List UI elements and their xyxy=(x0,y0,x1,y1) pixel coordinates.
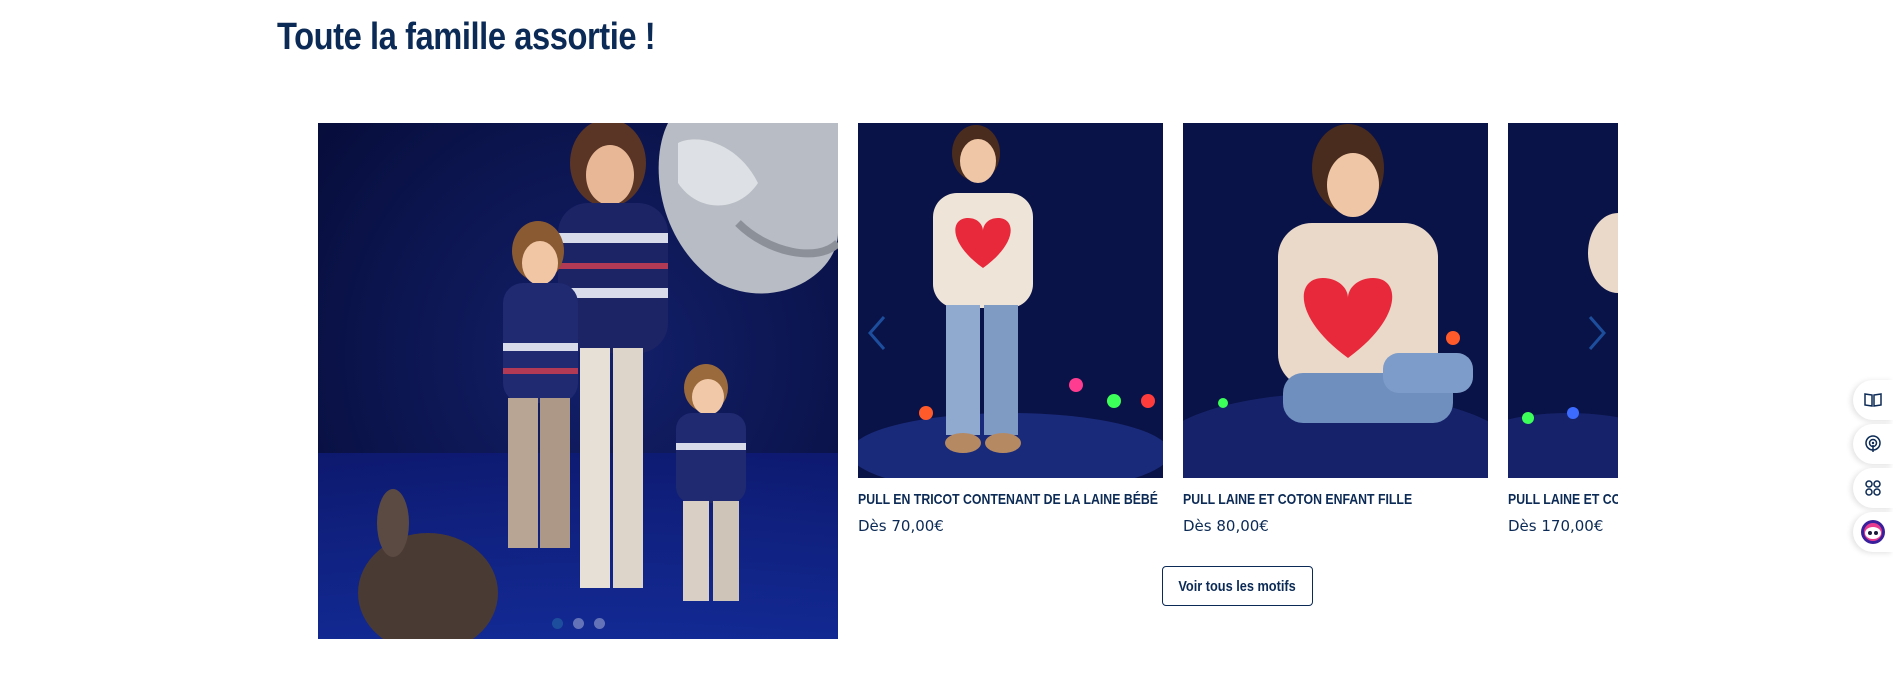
product-card[interactable]: PULL EN TRICOT CONTENANT DE LA LAINE BÉB… xyxy=(858,123,1163,535)
hero-image[interactable] xyxy=(318,123,838,639)
product-image[interactable] xyxy=(1508,123,1618,478)
apps-button[interactable] xyxy=(1853,468,1893,508)
chat-bot-icon xyxy=(1861,520,1885,544)
podcast-button[interactable] xyxy=(1853,424,1893,464)
podcast-icon xyxy=(1865,435,1881,452)
product-image[interactable] xyxy=(858,123,1163,478)
product-image[interactable] xyxy=(1183,123,1488,478)
carousel-prev-button[interactable] xyxy=(862,308,892,358)
carousel-next-button[interactable] xyxy=(1582,308,1612,358)
product-carousel: PULL EN TRICOT CONTENANT DE LA LAINE BÉB… xyxy=(858,123,1618,543)
product-name[interactable]: PULL EN TRICOT CONTENANT DE LA LAINE BÉB… xyxy=(858,491,1158,508)
chat-bot-button[interactable] xyxy=(1853,512,1893,552)
hero-dot-1[interactable] xyxy=(551,618,563,629)
product-price: Dès 70,00€ xyxy=(858,517,944,535)
hero-photo xyxy=(318,123,838,639)
product-card[interactable]: PULL LAINE ET COTON ENFANT FILLE Dès 80,… xyxy=(1183,123,1488,535)
see-all-patterns-button[interactable]: Voir tous les motifs xyxy=(1162,566,1313,606)
book-icon xyxy=(1864,393,1882,407)
hero-dot-3[interactable] xyxy=(593,618,605,629)
apps-icon xyxy=(1865,480,1881,496)
chevron-right-icon xyxy=(1588,316,1606,350)
hero-pagination xyxy=(318,618,838,629)
product-name[interactable]: PULL LAINE ET COTON ADULTE xyxy=(1508,491,1618,508)
product-price: Dès 80,00€ xyxy=(1183,517,1269,535)
product-name[interactable]: PULL LAINE ET COTON ENFANT FILLE xyxy=(1183,491,1433,508)
chevron-left-icon xyxy=(868,316,886,350)
section-title: Toute la famille assortie ! xyxy=(277,16,656,58)
product-price: Dès 170,00€ xyxy=(1508,517,1604,535)
hero-dot-2[interactable] xyxy=(572,618,584,629)
book-button[interactable] xyxy=(1853,380,1893,420)
see-all-patterns-label: Voir tous les motifs xyxy=(1178,577,1297,595)
